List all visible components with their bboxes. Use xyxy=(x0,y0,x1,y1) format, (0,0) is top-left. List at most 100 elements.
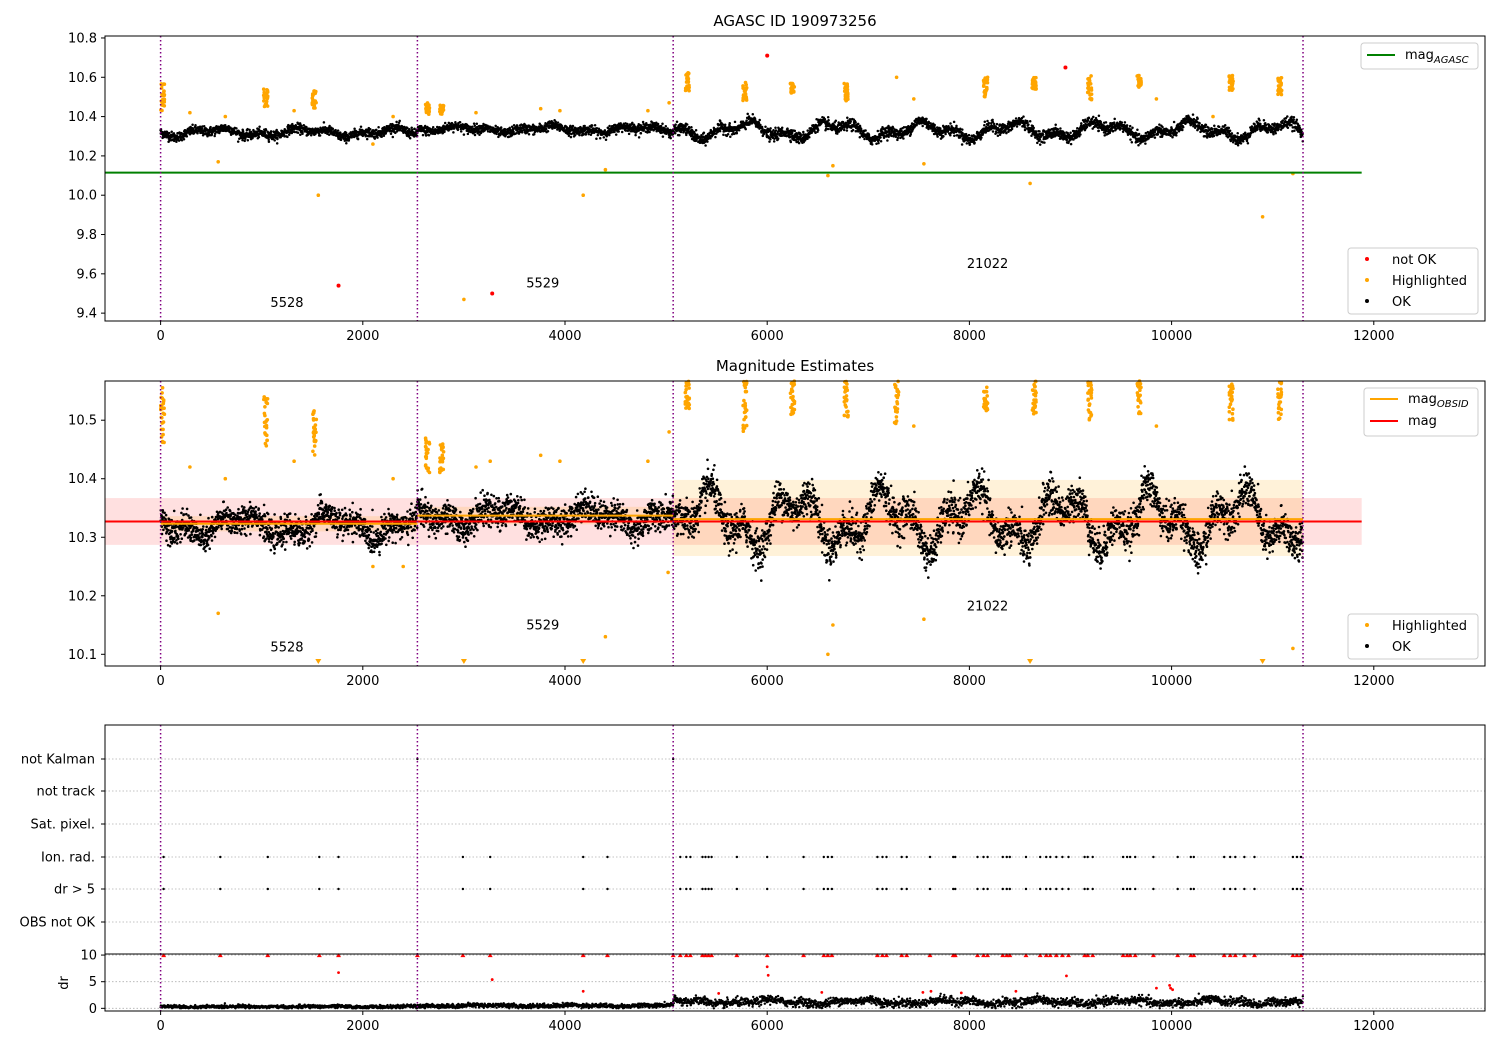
ok-point xyxy=(1111,129,1115,133)
ok-point xyxy=(1080,122,1083,125)
ok-point xyxy=(764,125,767,128)
ok-point xyxy=(267,140,271,143)
ok-point xyxy=(648,130,651,134)
ok-point xyxy=(458,120,462,124)
ok-point xyxy=(473,133,477,137)
ok-point xyxy=(380,135,383,139)
ok-point xyxy=(690,125,693,129)
ok-point xyxy=(949,133,952,137)
ok-point xyxy=(443,130,446,134)
ok-point xyxy=(604,138,608,142)
ok-point xyxy=(870,143,874,146)
ok-point xyxy=(846,116,849,120)
ok-point xyxy=(276,137,279,141)
ok-point xyxy=(1191,113,1195,116)
ok-point xyxy=(1129,138,1132,141)
ok-point xyxy=(961,128,964,131)
ok-point xyxy=(376,136,379,139)
ok-point xyxy=(774,126,777,129)
ok-point xyxy=(789,140,793,144)
ok-point xyxy=(1243,131,1247,134)
figure: AGASC ID 190973256 55285529210220 2000 400… xyxy=(20,12,1486,1034)
ok-point xyxy=(634,125,637,129)
ok-point xyxy=(769,127,772,130)
ok-point xyxy=(471,125,474,128)
ok-point xyxy=(410,126,413,130)
ok-point xyxy=(431,126,435,129)
ok-point xyxy=(1227,126,1231,130)
ok-point xyxy=(582,133,585,136)
ok-point xyxy=(769,138,772,141)
ok-point xyxy=(345,142,348,145)
ok-point xyxy=(879,136,882,139)
ok-point xyxy=(639,131,643,135)
ok-point xyxy=(596,133,600,137)
ok-point xyxy=(704,144,707,147)
ok-point xyxy=(475,122,479,126)
ok-point xyxy=(1087,116,1091,120)
ok-point xyxy=(1092,115,1095,119)
ok-point xyxy=(462,133,466,136)
ok-point xyxy=(613,130,616,134)
ok-point xyxy=(1266,130,1270,134)
ok-point xyxy=(273,139,276,142)
ok-point xyxy=(427,134,431,137)
ok-point xyxy=(356,137,360,141)
ok-point xyxy=(876,129,880,133)
ok-point xyxy=(986,119,989,123)
ok-point xyxy=(1022,115,1025,118)
ok-point xyxy=(382,134,386,138)
ok-point xyxy=(1113,117,1116,121)
ok-point xyxy=(944,132,947,136)
ok-point xyxy=(745,119,748,122)
ok-point xyxy=(532,132,536,136)
ok-point xyxy=(746,112,749,116)
ok-point xyxy=(1026,121,1029,124)
ok-point xyxy=(759,123,762,127)
ok-point xyxy=(1097,114,1101,117)
ok-point xyxy=(602,136,606,139)
ok-point xyxy=(936,135,939,138)
ok-point xyxy=(1032,126,1035,130)
ok-point xyxy=(1010,127,1014,131)
ok-point xyxy=(863,137,866,141)
ok-point xyxy=(408,136,412,140)
ok-point xyxy=(213,134,216,138)
ok-point xyxy=(661,122,664,126)
ok-point xyxy=(1259,122,1262,126)
ok-point xyxy=(1262,119,1266,122)
ok-point xyxy=(263,131,267,135)
ok-point xyxy=(243,139,246,143)
ok-point xyxy=(733,120,737,124)
ok-point xyxy=(569,135,573,139)
ok-point xyxy=(336,129,340,132)
ok-point xyxy=(856,122,860,126)
ok-point xyxy=(1175,131,1178,135)
ok-point xyxy=(675,120,679,123)
ok-point xyxy=(235,127,238,130)
ok-point xyxy=(1128,124,1132,128)
ok-point xyxy=(1043,141,1046,144)
ok-point xyxy=(1137,132,1141,136)
ok-point xyxy=(520,131,524,134)
ok-point xyxy=(191,123,194,126)
ok-point xyxy=(359,125,363,128)
ok-point xyxy=(236,140,240,143)
ok-point xyxy=(851,128,855,132)
ok-point xyxy=(634,133,637,137)
ok-point xyxy=(808,135,811,139)
ok-point xyxy=(972,139,976,143)
ok-point xyxy=(424,134,428,137)
ok-point xyxy=(286,135,289,139)
ok-point xyxy=(544,128,548,131)
ok-point xyxy=(735,131,739,135)
ok-point xyxy=(556,121,560,124)
ok-point xyxy=(826,127,830,131)
ok-point xyxy=(318,134,322,137)
ok-point xyxy=(1014,117,1018,120)
ok-point xyxy=(726,133,730,136)
ok-point xyxy=(1038,143,1042,146)
ok-point xyxy=(473,124,477,127)
ok-point xyxy=(1236,143,1240,147)
ok-point xyxy=(209,125,212,129)
